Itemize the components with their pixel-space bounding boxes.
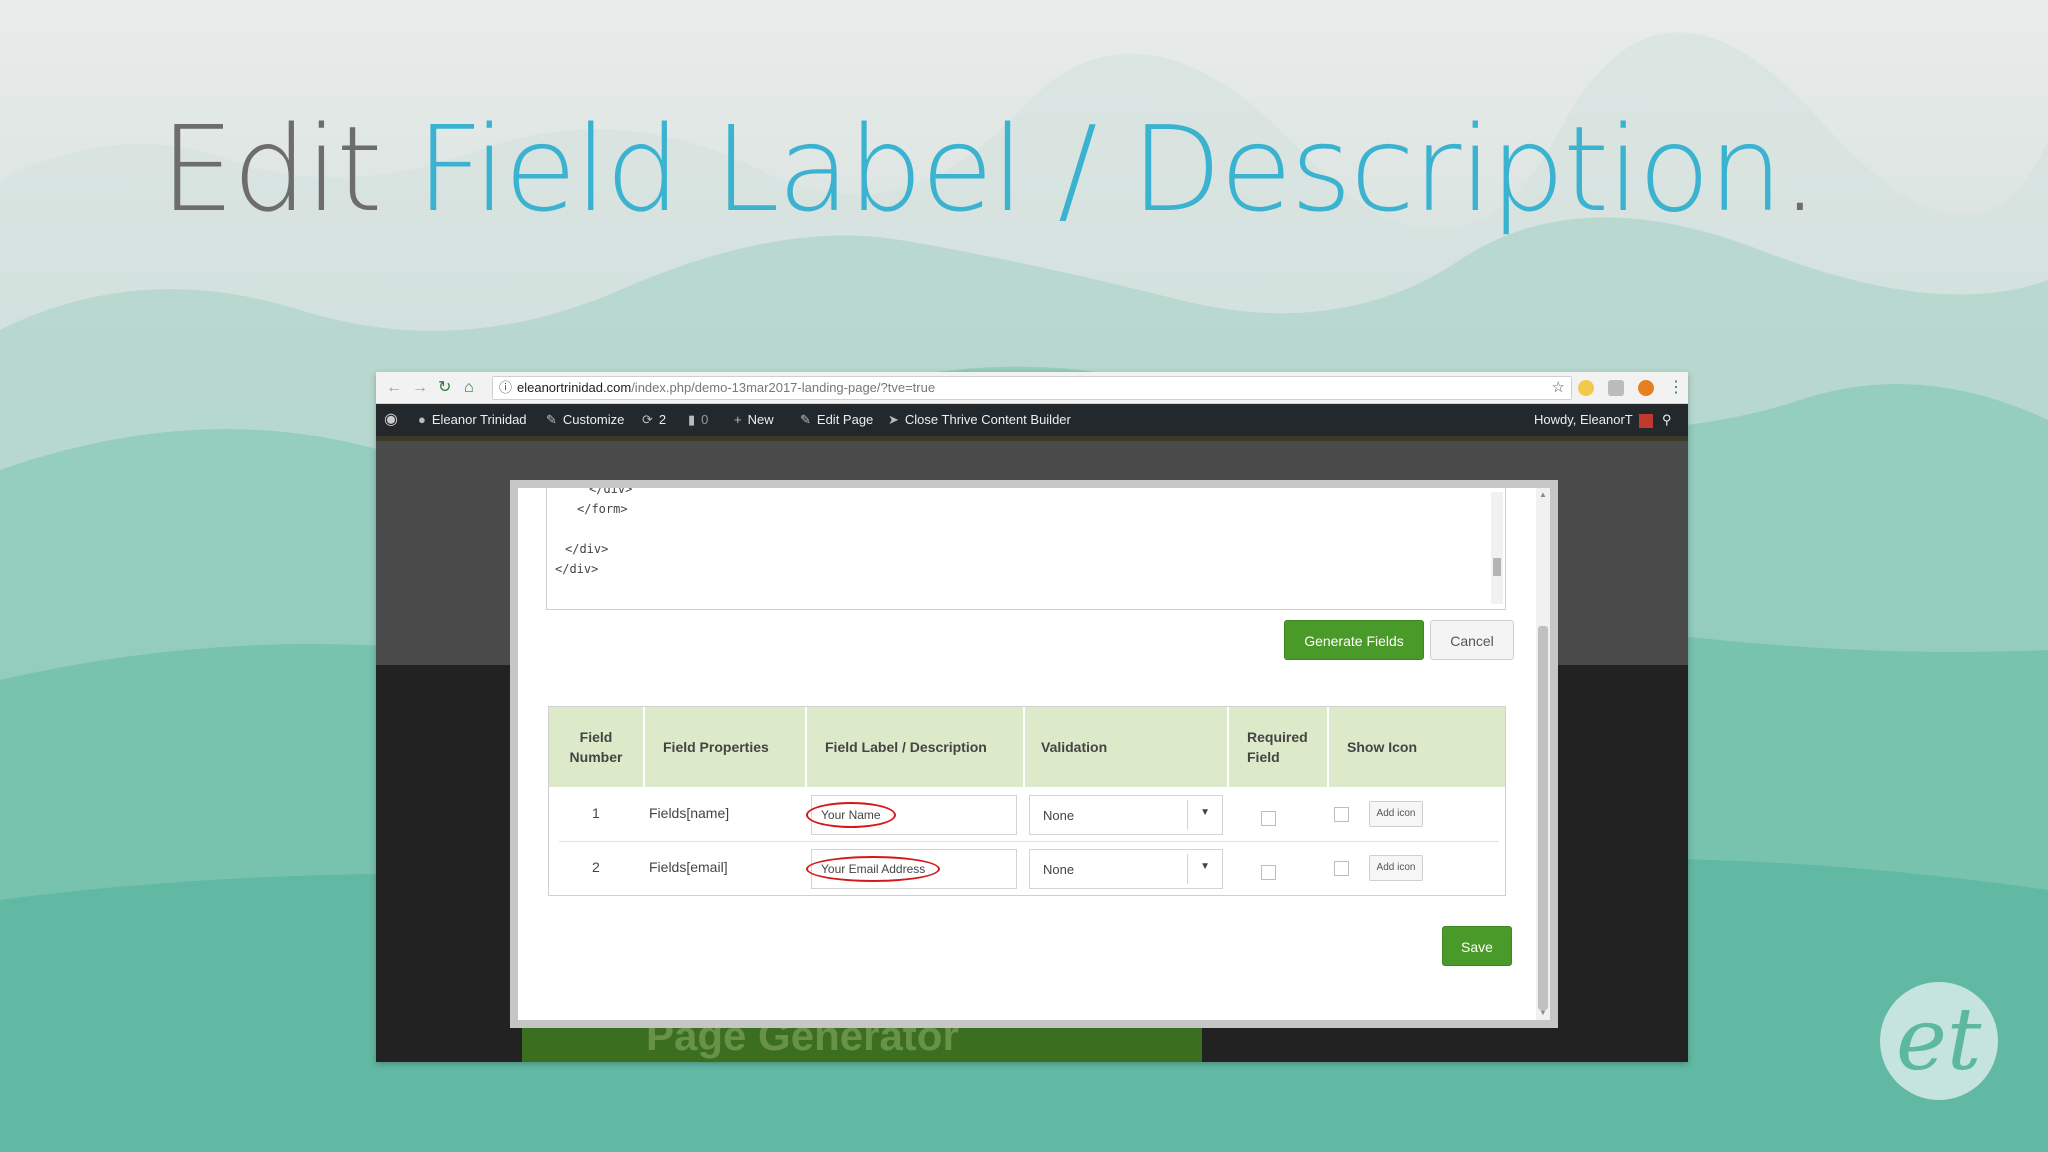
admin-howdy[interactable]: Howdy, EleanorT — [1534, 404, 1653, 436]
save-button[interactable]: Save — [1442, 926, 1512, 966]
slide-title-edit: Edit — [160, 100, 417, 238]
header-field-properties: Field Properties — [663, 739, 769, 755]
pencil-icon: ✎ — [800, 412, 811, 427]
wordpress-logo-icon[interactable]: ◉ — [384, 404, 404, 436]
code-scrollbar-thumb[interactable] — [1493, 558, 1501, 576]
header-show-icon: Show Icon — [1347, 739, 1417, 755]
wp-admin-bar: ◉ ● Eleanor Trinidad ✎ Customize ⟳ 2 ▮ 0 + Ne… — [376, 404, 1688, 436]
cancel-button[interactable]: Cancel — [1430, 620, 1514, 660]
header-divider — [643, 707, 645, 787]
row-1-add-icon-button[interactable]: Add icon — [1369, 801, 1423, 827]
dropdown-arrow-icon: ▼ — [1200, 807, 1210, 818]
generate-fields-button[interactable]: Generate Fields — [1284, 620, 1424, 660]
comment-icon: ▮ — [688, 412, 696, 427]
row-1-required-checkbox[interactable] — [1261, 811, 1276, 826]
html-code-textarea[interactable]: </div> </form> </div> </div> — [546, 488, 1506, 610]
slide-title-highlight: Field Label / Description — [416, 100, 1783, 238]
row-1-label-input[interactable]: Your Name — [806, 795, 1017, 835]
dropdown-arrow-icon: ▼ — [1200, 861, 1210, 872]
scroll-up-icon[interactable]: ▲ — [1539, 490, 1547, 499]
header-required-field: Required Field — [1247, 729, 1308, 765]
thrive-icon: ➤ — [888, 412, 899, 427]
url-path: /index.php/demo-13mar2017-landing-page/?… — [631, 380, 936, 395]
admin-customize[interactable]: ✎ Customize — [546, 404, 624, 436]
row-2-validation-select[interactable]: None ▼ — [1029, 849, 1223, 889]
avatar — [1638, 413, 1653, 428]
plus-icon: + — [734, 412, 742, 427]
code-line: </form> — [577, 502, 628, 516]
browser-window: ← → ↻ ⌂ ⓘ eleanortrinidad.com/index.php/… — [376, 372, 1688, 1062]
admin-edit-page[interactable]: ✎ Edit Page — [800, 404, 873, 436]
row-2-validation-value: None — [1043, 862, 1075, 877]
url-domain: eleanortrinidad.com — [517, 380, 632, 395]
row-1-property: Fields[name] — [649, 805, 730, 821]
forward-icon[interactable]: → — [412, 378, 428, 398]
reload-icon[interactable]: ↻ — [438, 378, 451, 398]
color-extension-icon[interactable] — [1638, 380, 1654, 396]
row-divider — [559, 841, 1499, 842]
site-info-icon[interactable]: ⓘ — [499, 377, 512, 399]
code-line: </div> — [555, 562, 599, 576]
back-icon[interactable]: ← — [386, 378, 402, 398]
modal-scrollbar[interactable]: ▲ ▼ — [1536, 488, 1550, 1020]
updates-icon: ⟳ — [642, 412, 653, 427]
admin-updates[interactable]: ⟳ 2 — [642, 404, 666, 436]
dashboard-icon: ● — [418, 412, 426, 427]
header-validation: Validation — [1041, 739, 1108, 755]
slide-title-period: . — [1781, 100, 1818, 238]
address-bar[interactable]: ⓘ eleanortrinidad.com/index.php/demo-13m… — [492, 376, 1572, 400]
select-divider — [1187, 854, 1188, 884]
row-2-property: Fields[email] — [649, 859, 728, 875]
logo: et — [1896, 990, 1982, 1090]
code-scrollbar[interactable] — [1491, 492, 1503, 604]
row-1-validation-select[interactable]: None ▼ — [1029, 795, 1223, 835]
extension-icon[interactable] — [1608, 380, 1624, 396]
row-1-number: 1 — [592, 805, 600, 821]
row-2-show-icon-checkbox[interactable] — [1334, 861, 1349, 876]
brush-icon: ✎ — [546, 412, 557, 427]
admin-close-builder[interactable]: ➤ Close Thrive Content Builder — [888, 404, 1071, 436]
row-1-label-value: Your Name — [821, 808, 881, 822]
header-field-number: Field Number — [569, 729, 623, 765]
admin-new[interactable]: + New — [734, 404, 774, 436]
header-field-label: Field Label / Description — [825, 739, 987, 755]
row-1-validation-value: None — [1043, 808, 1075, 823]
browser-toolbar: ← → ↻ ⌂ ⓘ eleanortrinidad.com/index.php/… — [376, 372, 1688, 404]
slide-title: Edit Field Label / Description. — [160, 100, 1819, 238]
bookmark-star-icon[interactable]: ☆ — [1552, 377, 1565, 399]
row-2-required-checkbox[interactable] — [1261, 865, 1276, 880]
row-2-add-icon-button[interactable]: Add icon — [1369, 855, 1423, 881]
select-divider — [1187, 800, 1188, 830]
modal-scrollbar-thumb[interactable] — [1538, 626, 1548, 1010]
header-divider — [1227, 707, 1229, 787]
admin-search-icon[interactable]: ⚲ — [1662, 404, 1672, 436]
home-icon[interactable]: ⌂ — [464, 378, 474, 398]
fields-table: Field Number Field Properties Field Labe… — [548, 706, 1506, 896]
field-editor-modal: </div> </form> </div> </div> Generate Fi… — [510, 480, 1558, 1028]
header-divider — [1327, 707, 1329, 787]
header-divider — [1023, 707, 1025, 787]
row-2-label-value: Your Email Address — [821, 862, 926, 876]
row-2-label-input[interactable]: Your Email Address — [806, 849, 1017, 889]
admin-comments[interactable]: ▮ 0 — [688, 404, 708, 436]
scroll-down-icon[interactable]: ▼ — [1539, 1008, 1547, 1017]
admin-site-name[interactable]: ● Eleanor Trinidad — [418, 404, 527, 436]
code-line: </div> — [565, 542, 609, 556]
emoji-extension-icon[interactable] — [1578, 380, 1594, 396]
row-2-number: 2 — [592, 859, 600, 875]
menu-kebab-icon[interactable]: ⋮ — [1668, 378, 1684, 398]
code-line: </div> — [589, 482, 633, 496]
table-header: Field Number Field Properties Field Labe… — [549, 707, 1505, 787]
header-divider — [805, 707, 807, 787]
row-1-show-icon-checkbox[interactable] — [1334, 807, 1349, 822]
